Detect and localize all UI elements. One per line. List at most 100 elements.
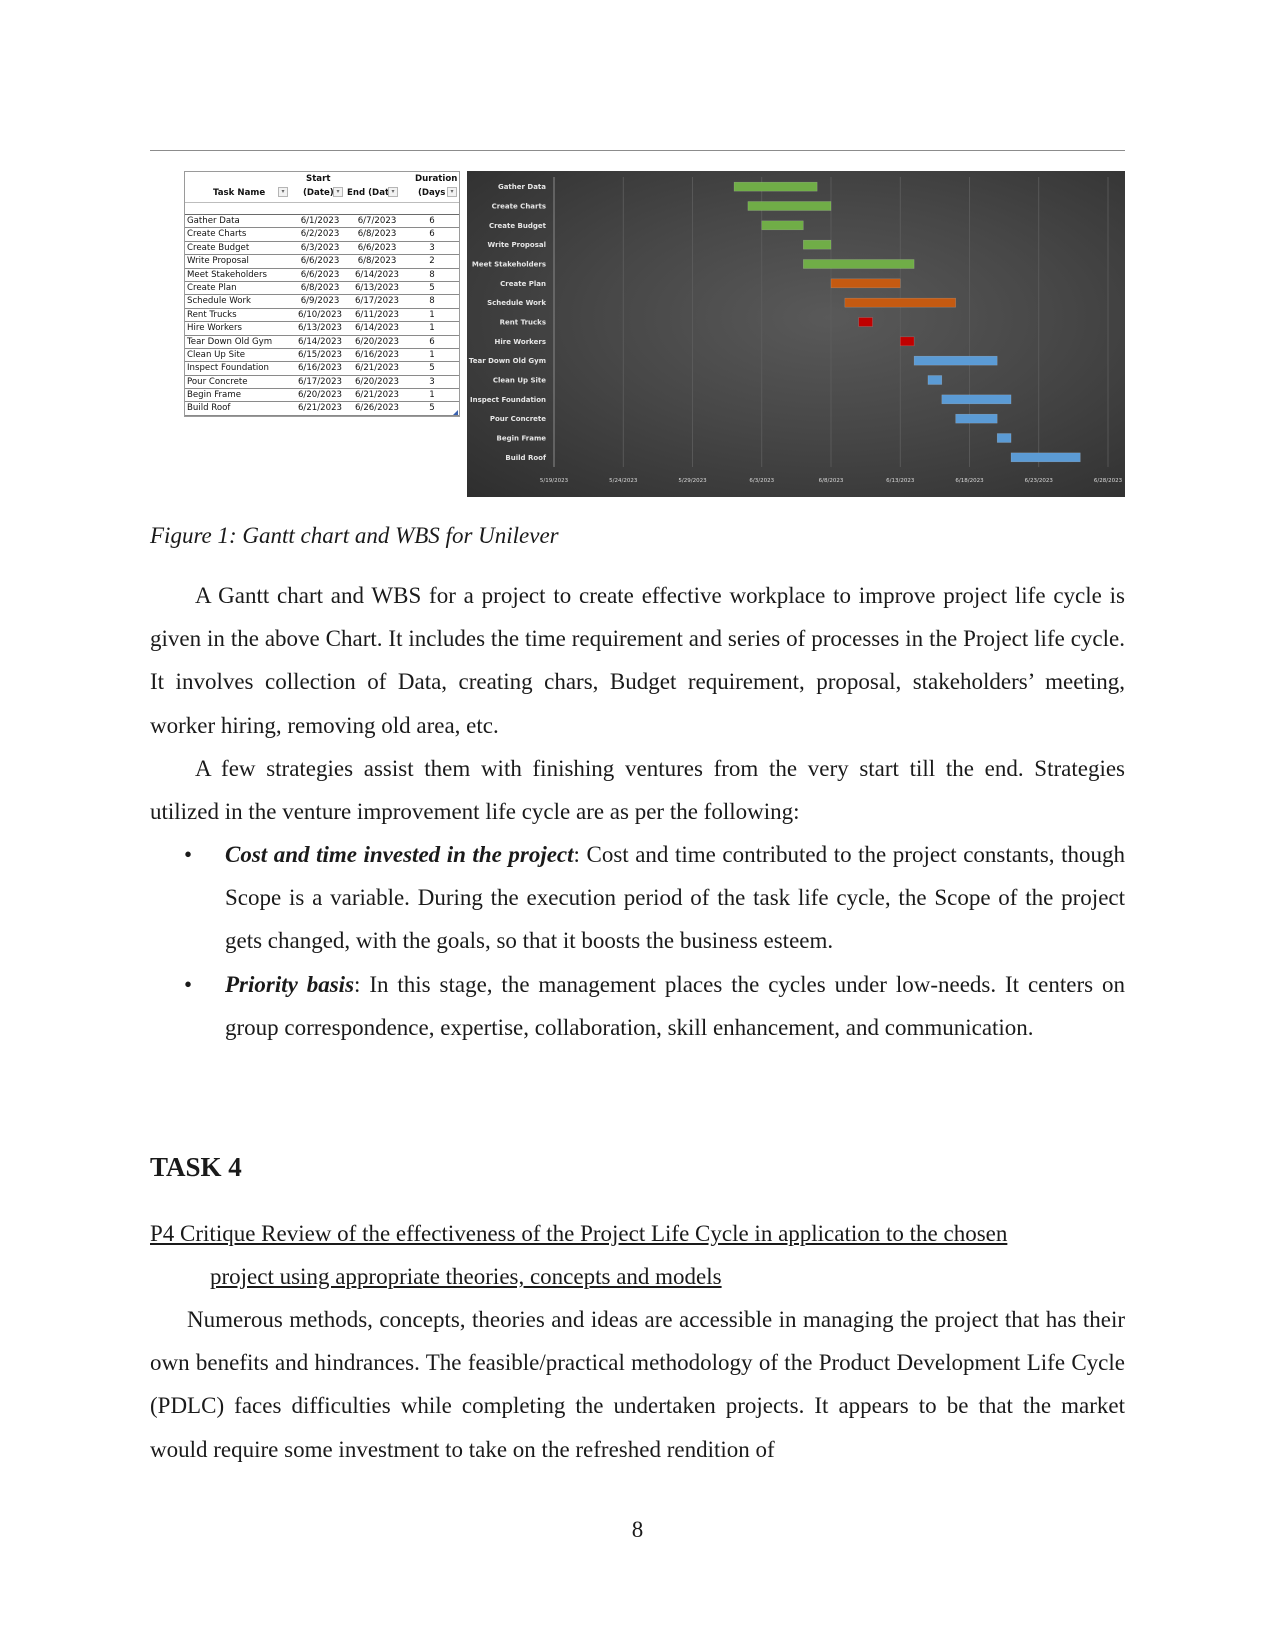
y-category-label: Write Proposal	[488, 241, 546, 249]
gantt-bar	[830, 278, 901, 289]
start-date-cell: 6/14/2023	[297, 336, 343, 347]
duration-cell: 1	[429, 390, 435, 401]
start-date-cell: 6/15/2023	[297, 349, 343, 360]
start-date-cell: 6/10/2023	[297, 309, 343, 320]
y-category-label: Pour Concrete	[490, 415, 546, 423]
gantt-bar	[858, 317, 873, 327]
table-row: Create Plan 6/8/2023 6/13/2023 5	[185, 282, 459, 296]
duration-cell: 8	[429, 269, 435, 280]
duration-cell: 6	[429, 336, 435, 347]
y-category-label: Schedule Work	[487, 299, 546, 307]
end-date-cell: 6/7/2023	[357, 216, 397, 226]
gantt-bar	[941, 394, 1012, 405]
subsection-heading-line-1: P4 Critique Review of the effectiveness …	[150, 1221, 1008, 1246]
end-date-cell: 6/16/2023	[354, 349, 400, 360]
task-name-cell: Create Budget	[187, 242, 250, 253]
y-category-label: Meet Stakeholders	[472, 261, 546, 269]
y-category-label: Rent Trucks	[500, 319, 546, 327]
gantt-bar	[747, 201, 832, 211]
gantt-bar	[1010, 452, 1081, 463]
dropdown-filter-icon[interactable]: ▾	[388, 187, 398, 197]
duration-cell: 5	[429, 363, 435, 374]
start-date-cell: 6/6/2023	[300, 269, 340, 280]
bullet-list: • Cost and time invested in the project:…	[150, 833, 1125, 1049]
duration-cell: 2	[429, 256, 435, 267]
end-date-cell: 6/20/2023	[354, 376, 400, 387]
end-date-cell: 6/21/2023	[354, 390, 400, 401]
y-category-label: Tear Down Old Gym	[469, 357, 546, 365]
bullet-text: : In this stage, the management places t…	[225, 971, 1125, 1040]
dropdown-filter-icon[interactable]: ▾	[278, 187, 288, 197]
start-date-cell: 6/8/2023	[300, 282, 340, 293]
start-date-cell: 6/21/2023	[297, 403, 343, 414]
x-tick-label: 6/8/2023	[819, 478, 844, 484]
duration-cell: 5	[429, 282, 435, 293]
paragraph-2-text: A few strategies assist them with finish…	[150, 756, 1125, 825]
end-date-cell: 6/8/2023	[357, 229, 397, 240]
end-date-cell: 6/21/2023	[354, 363, 400, 374]
table-row: Schedule Work 6/9/2023 6/17/2023 8	[185, 295, 459, 309]
end-date-cell: 6/26/2023	[354, 403, 400, 414]
table-row: Meet Stakeholders 6/6/2023 6/14/2023 8	[185, 269, 459, 282]
task-name-cell: Schedule Work	[187, 296, 251, 307]
header-rule	[150, 150, 1125, 151]
figure-caption: Figure 1: Gantt chart and WBS for Unilev…	[150, 523, 559, 548]
task-name-cell: Rent Trucks	[187, 309, 237, 320]
end-date-cell: 6/20/2023	[354, 336, 400, 347]
task-name-cell: Tear Down Old Gym	[187, 336, 273, 347]
table-row: Clean Up Site 6/15/2023 6/16/2023 1	[185, 349, 459, 363]
paragraph-3-text: Numerous methods, concepts, theories and…	[150, 1307, 1125, 1462]
start-date-cell: 6/1/2023	[300, 216, 340, 226]
header-task-name: Task Name	[213, 188, 266, 198]
y-category-label: Gather Data	[498, 183, 546, 191]
start-date-cell: 6/9/2023	[300, 296, 340, 307]
x-tick-label: 6/13/2023	[886, 478, 915, 484]
x-tick-label: 6/28/2023	[1094, 478, 1123, 484]
table-row: Pour Concrete 6/17/2023 6/20/2023 3	[185, 376, 459, 390]
paragraph-2: A few strategies assist them with finish…	[150, 747, 1125, 833]
table-row: Tear Down Old Gym 6/14/2023 6/20/2023 6	[185, 336, 459, 349]
task-name-cell: Gather Data	[187, 216, 240, 226]
table-row: Rent Trucks 6/10/2023 6/11/2023 1	[185, 309, 459, 323]
gantt-bar	[955, 413, 998, 424]
bullet-item: • Cost and time invested in the project:…	[150, 833, 1125, 963]
task-name-cell: Build Roof	[187, 403, 231, 414]
task-name-cell: Meet Stakeholders	[187, 269, 267, 280]
task-name-cell: Begin Frame	[187, 390, 241, 401]
start-date-cell: 6/13/2023	[297, 323, 343, 334]
end-date-cell: 6/14/2023	[354, 269, 400, 280]
end-date-cell: 6/13/2023	[354, 282, 400, 293]
dropdown-filter-icon[interactable]: ▾	[447, 187, 457, 197]
gantt-bar	[900, 336, 915, 347]
x-tick-label: 6/3/2023	[749, 478, 774, 484]
duration-cell: 6	[429, 216, 435, 226]
dropdown-filter-icon[interactable]: ▾	[333, 187, 343, 197]
start-date-cell: 6/3/2023	[300, 242, 340, 253]
gantt-bar	[844, 297, 956, 308]
table-row: Gather Data 6/1/2023 6/7/2023 6	[185, 215, 459, 229]
end-date-cell: 6/6/2023	[357, 242, 397, 253]
header-duration-bottom: (Days	[418, 188, 446, 198]
paragraph-1: A Gantt chart and WBS for a project to c…	[150, 574, 1125, 747]
task-name-cell: Create Plan	[187, 282, 237, 293]
x-tick-label: 5/29/2023	[678, 478, 707, 484]
bullet-title: Priority basis	[225, 971, 355, 997]
page-number: 8	[631, 1517, 644, 1542]
subsection-heading: P4 Critique Review of the effectiveness …	[150, 1212, 1125, 1298]
duration-cell: 1	[429, 309, 435, 320]
start-date-cell: 6/6/2023	[300, 256, 340, 267]
section-heading: TASK 4	[150, 1152, 242, 1182]
duration-cell: 3	[429, 376, 435, 387]
bullet-icon: •	[184, 971, 193, 997]
gantt-bar	[927, 375, 943, 385]
x-tick-label: 6/18/2023	[955, 478, 984, 484]
gantt-bar	[803, 239, 832, 250]
task-name-cell: Hire Workers	[187, 323, 242, 334]
task-name-cell: Write Proposal	[187, 256, 249, 267]
bullet-item: • Priority basis: In this stage, the man…	[150, 963, 1125, 1049]
gantt-bar	[996, 433, 1012, 443]
table-resize-handle-icon[interactable]	[453, 410, 458, 415]
gantt-bar	[733, 181, 818, 192]
start-date-cell: 6/16/2023	[297, 363, 343, 374]
table-row: Hire Workers 6/13/2023 6/14/2023 1	[185, 322, 459, 336]
